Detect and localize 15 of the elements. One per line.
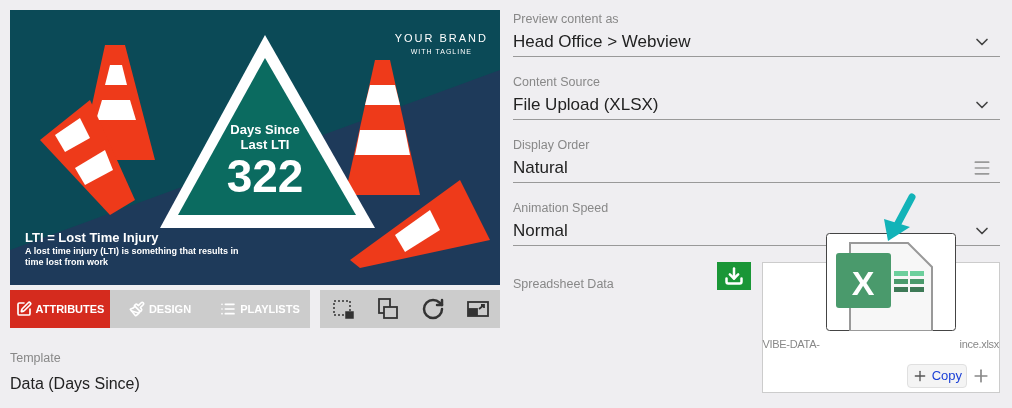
field-label: Display Order [513,137,591,153]
caption-title: LTI = Lost Time Injury [25,230,160,246]
sign-count: 322 [226,152,304,200]
field-label: Spreadsheet Data [513,276,615,293]
brand-name: YOUR BRAND [394,31,488,46]
file-name: VIBE-DATA- [762,336,820,352]
file-name: ince.xlsx [959,336,999,352]
drag-preview-tooltip: X [826,233,956,331]
field-label: Template [10,350,62,367]
field-label: Content Source [513,74,601,90]
field-label: Preview content as [513,11,620,27]
template-value: Data (Days Since) [10,373,141,394]
field-label: Animation Speed [513,200,610,216]
sign-heading: Days Since Last LTI [230,122,300,152]
caption-text: A lost time injury (LTI) is something that results in time lost from work [25,246,240,268]
